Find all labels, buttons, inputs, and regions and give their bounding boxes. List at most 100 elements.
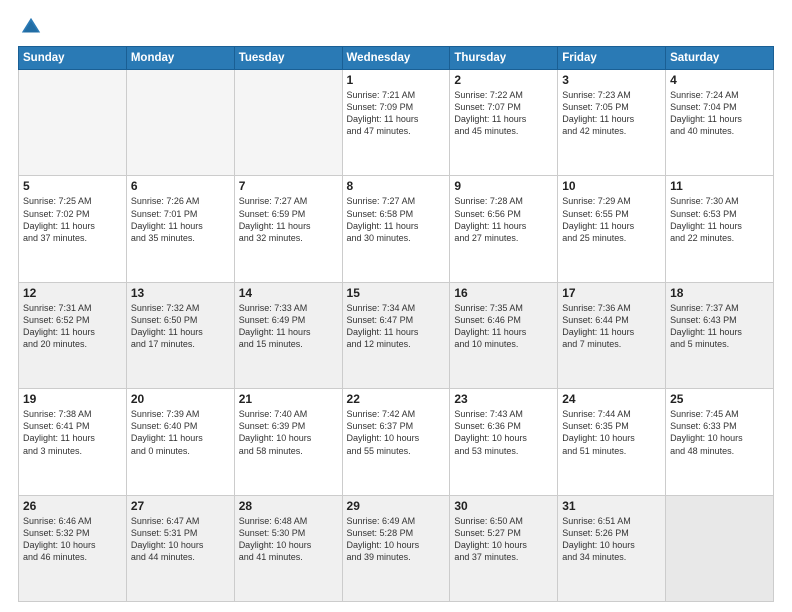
calendar-cell: 27 Sunrise: 6:47 AM Sunset: 5:31 PM Dayli… [126,495,234,601]
cell-day-info: Sunrise: 7:40 AM Sunset: 6:39 PM Dayligh… [239,408,338,457]
calendar-week-row: 5 Sunrise: 7:25 AM Sunset: 7:02 PM Daylig… [19,176,774,282]
calendar-cell: 18 Sunrise: 7:37 AM Sunset: 6:43 PM Dayli… [666,282,774,388]
calendar-cell [19,70,127,176]
calendar-header-thursday: Thursday [450,47,558,70]
calendar-cell: 9 Sunrise: 7:28 AM Sunset: 6:56 PM Daylig… [450,176,558,282]
cell-day-info: Sunrise: 7:32 AM Sunset: 6:50 PM Dayligh… [131,302,230,351]
calendar-cell: 12 Sunrise: 7:31 AM Sunset: 6:52 PM Dayli… [19,282,127,388]
cell-day-number: 10 [562,179,661,193]
cell-day-info: Sunrise: 7:44 AM Sunset: 6:35 PM Dayligh… [562,408,661,457]
cell-day-info: Sunrise: 7:36 AM Sunset: 6:44 PM Dayligh… [562,302,661,351]
cell-day-info: Sunrise: 7:37 AM Sunset: 6:43 PM Dayligh… [670,302,769,351]
cell-day-number: 9 [454,179,553,193]
cell-day-number: 5 [23,179,122,193]
cell-day-number: 13 [131,286,230,300]
calendar-cell: 8Sunrise: 7:27 AM Sunset: 6:58 PM Daylig… [342,176,450,282]
calendar-cell: 31Sunrise: 6:51 AM Sunset: 5:26 PM Dayli… [558,495,666,601]
cell-day-info: Sunrise: 7:24 AM Sunset: 7:04 PM Dayligh… [670,89,769,138]
calendar-cell: 20 Sunrise: 7:39 AM Sunset: 6:40 PM Dayli… [126,389,234,495]
calendar-cell: 19 Sunrise: 7:38 AM Sunset: 6:41 PM Dayli… [19,389,127,495]
cell-day-number: 28 [239,499,338,513]
cell-day-number: 18 [670,286,769,300]
calendar-header-row: SundayMondayTuesdayWednesdayThursdayFrid… [19,47,774,70]
cell-day-number: 29 [347,499,446,513]
calendar-cell: 1 Sunrise: 7:21 AM Sunset: 7:09 PM Daylig… [342,70,450,176]
calendar-week-row: 12 Sunrise: 7:31 AM Sunset: 6:52 PM Dayli… [19,282,774,388]
cell-day-info: Sunrise: 6:51 AM Sunset: 5:26 PM Dayligh… [562,515,661,564]
calendar-cell [666,495,774,601]
calendar-week-row: 26Sunrise: 6:46 AM Sunset: 5:32 PM Dayli… [19,495,774,601]
calendar-cell: 4 Sunrise: 7:24 AM Sunset: 7:04 PM Daylig… [666,70,774,176]
calendar-header-saturday: Saturday [666,47,774,70]
calendar-cell: 22 Sunrise: 7:42 AM Sunset: 6:37 PM Dayli… [342,389,450,495]
calendar-cell [234,70,342,176]
cell-day-info: Sunrise: 7:42 AM Sunset: 6:37 PM Dayligh… [347,408,446,457]
calendar-week-row: 19 Sunrise: 7:38 AM Sunset: 6:41 PM Dayli… [19,389,774,495]
calendar-header-monday: Monday [126,47,234,70]
header [18,16,774,38]
cell-day-number: 8 [347,179,446,193]
cell-day-number: 16 [454,286,553,300]
cell-day-number: 6 [131,179,230,193]
cell-day-number: 11 [670,179,769,193]
cell-day-number: 2 [454,73,553,87]
calendar-cell: 2 Sunrise: 7:22 AM Sunset: 7:07 PM Daylig… [450,70,558,176]
cell-day-number: 22 [347,392,446,406]
cell-day-number: 15 [347,286,446,300]
cell-day-info: Sunrise: 7:34 AM Sunset: 6:47 PM Dayligh… [347,302,446,351]
cell-day-number: 1 [347,73,446,87]
calendar-cell: 7Sunrise: 7:27 AM Sunset: 6:59 PM Daylig… [234,176,342,282]
calendar-cell: 23 Sunrise: 7:43 AM Sunset: 6:36 PM Dayli… [450,389,558,495]
cell-day-info: Sunrise: 7:31 AM Sunset: 6:52 PM Dayligh… [23,302,122,351]
calendar-cell: 10 Sunrise: 7:29 AM Sunset: 6:55 PM Dayli… [558,176,666,282]
calendar-cell: 3Sunrise: 7:23 AM Sunset: 7:05 PM Daylig… [558,70,666,176]
cell-day-number: 30 [454,499,553,513]
cell-day-info: Sunrise: 6:48 AM Sunset: 5:30 PM Dayligh… [239,515,338,564]
cell-day-number: 7 [239,179,338,193]
cell-day-info: Sunrise: 7:28 AM Sunset: 6:56 PM Dayligh… [454,195,553,244]
calendar-cell: 30 Sunrise: 6:50 AM Sunset: 5:27 PM Dayli… [450,495,558,601]
calendar-header-wednesday: Wednesday [342,47,450,70]
calendar-cell: 29 Sunrise: 6:49 AM Sunset: 5:28 PM Dayli… [342,495,450,601]
calendar-header-tuesday: Tuesday [234,47,342,70]
calendar-cell: 14 Sunrise: 7:33 AM Sunset: 6:49 PM Dayli… [234,282,342,388]
cell-day-number: 27 [131,499,230,513]
calendar-cell: 15 Sunrise: 7:34 AM Sunset: 6:47 PM Dayli… [342,282,450,388]
cell-day-number: 25 [670,392,769,406]
calendar-cell: 11 Sunrise: 7:30 AM Sunset: 6:53 PM Dayli… [666,176,774,282]
cell-day-info: Sunrise: 7:21 AM Sunset: 7:09 PM Dayligh… [347,89,446,138]
cell-day-info: Sunrise: 7:22 AM Sunset: 7:07 PM Dayligh… [454,89,553,138]
calendar-cell [126,70,234,176]
calendar-cell: 24 Sunrise: 7:44 AM Sunset: 6:35 PM Dayli… [558,389,666,495]
cell-day-number: 19 [23,392,122,406]
calendar-cell: 16Sunrise: 7:35 AM Sunset: 6:46 PM Dayli… [450,282,558,388]
cell-day-number: 24 [562,392,661,406]
cell-day-number: 14 [239,286,338,300]
cell-day-number: 23 [454,392,553,406]
calendar-week-row: 1 Sunrise: 7:21 AM Sunset: 7:09 PM Daylig… [19,70,774,176]
cell-day-info: Sunrise: 7:45 AM Sunset: 6:33 PM Dayligh… [670,408,769,457]
calendar-cell: 17Sunrise: 7:36 AM Sunset: 6:44 PM Dayli… [558,282,666,388]
cell-day-info: Sunrise: 6:46 AM Sunset: 5:32 PM Dayligh… [23,515,122,564]
calendar-cell: 25 Sunrise: 7:45 AM Sunset: 6:33 PM Dayli… [666,389,774,495]
cell-day-info: Sunrise: 7:30 AM Sunset: 6:53 PM Dayligh… [670,195,769,244]
cell-day-number: 20 [131,392,230,406]
cell-day-number: 12 [23,286,122,300]
cell-day-info: Sunrise: 6:50 AM Sunset: 5:27 PM Dayligh… [454,515,553,564]
calendar-cell: 28 Sunrise: 6:48 AM Sunset: 5:30 PM Dayli… [234,495,342,601]
cell-day-info: Sunrise: 6:49 AM Sunset: 5:28 PM Dayligh… [347,515,446,564]
cell-day-info: Sunrise: 7:43 AM Sunset: 6:36 PM Dayligh… [454,408,553,457]
cell-day-info: Sunrise: 7:38 AM Sunset: 6:41 PM Dayligh… [23,408,122,457]
cell-day-info: Sunrise: 7:39 AM Sunset: 6:40 PM Dayligh… [131,408,230,457]
cell-day-number: 4 [670,73,769,87]
calendar-cell: 13 Sunrise: 7:32 AM Sunset: 6:50 PM Dayli… [126,282,234,388]
cell-day-info: Sunrise: 6:47 AM Sunset: 5:31 PM Dayligh… [131,515,230,564]
calendar-cell: 5 Sunrise: 7:25 AM Sunset: 7:02 PM Daylig… [19,176,127,282]
cell-day-info: Sunrise: 7:33 AM Sunset: 6:49 PM Dayligh… [239,302,338,351]
calendar-header-friday: Friday [558,47,666,70]
calendar-cell: 21Sunrise: 7:40 AM Sunset: 6:39 PM Dayli… [234,389,342,495]
cell-day-info: Sunrise: 7:25 AM Sunset: 7:02 PM Dayligh… [23,195,122,244]
logo [18,20,42,38]
page: SundayMondayTuesdayWednesdayThursdayFrid… [0,0,792,612]
cell-day-info: Sunrise: 7:29 AM Sunset: 6:55 PM Dayligh… [562,195,661,244]
